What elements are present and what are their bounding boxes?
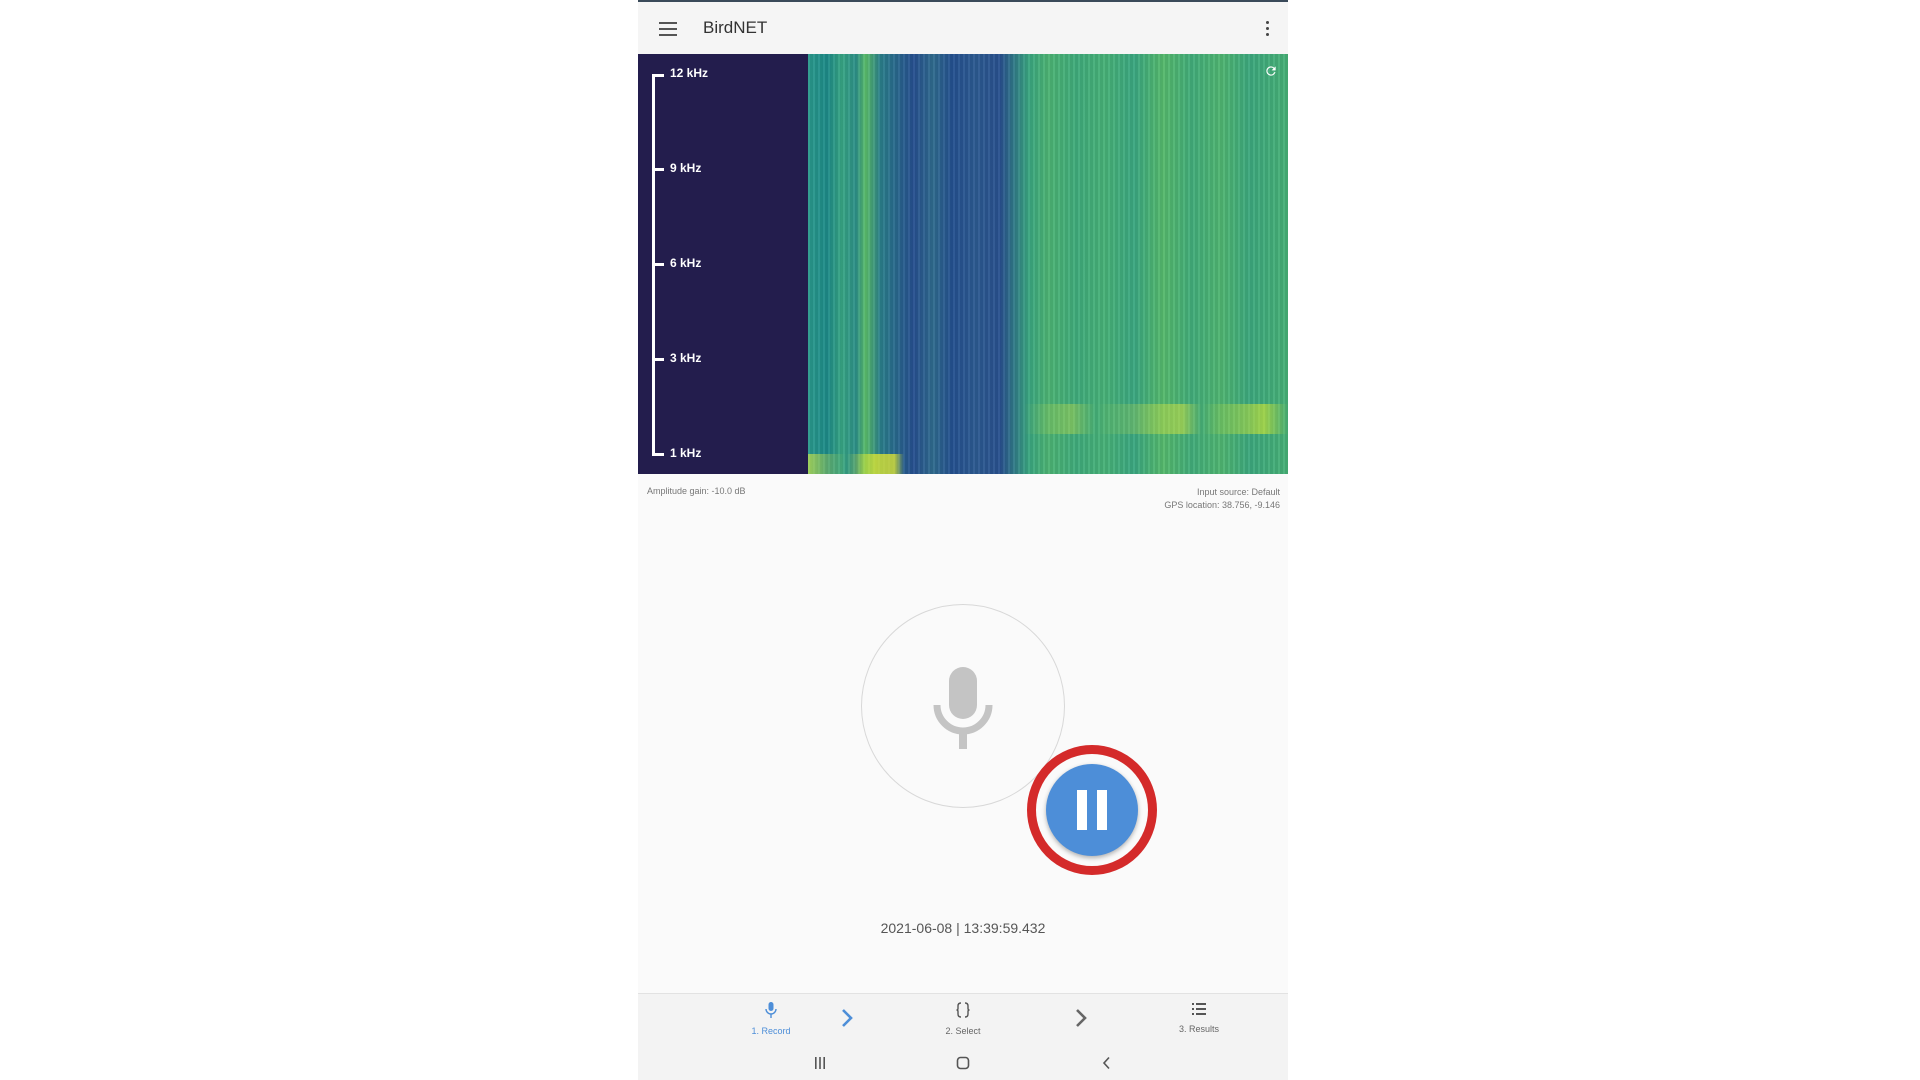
phone-screen: BirdNET 12 kHz 9 kHz 6 kHz 3 kHz 1 kHz A… [638, 0, 1288, 1080]
more-options-icon[interactable] [1260, 19, 1274, 39]
axis-label-1khz: 1 kHz [670, 446, 702, 460]
app-bar: BirdNET [638, 0, 1288, 54]
back-icon[interactable] [1100, 1056, 1114, 1075]
hamburger-menu-icon[interactable] [656, 19, 680, 39]
axis-label-3khz: 3 kHz [670, 351, 702, 365]
nav-item-select[interactable]: 2. Select [918, 1002, 1008, 1036]
braces-icon [956, 1002, 970, 1018]
amplitude-gain-text: Amplitude gain: -10.0 dB [647, 486, 746, 496]
pause-button[interactable] [1046, 764, 1138, 856]
axis-label-9khz: 9 kHz [670, 161, 702, 175]
axis-tick [652, 74, 664, 77]
chevron-right-icon [840, 1008, 854, 1033]
spectrogram-view: 12 kHz 9 kHz 6 kHz 3 kHz 1 kHz [638, 54, 1288, 474]
list-icon [1192, 1003, 1206, 1015]
nav-item-results[interactable]: 3. Results [1154, 1002, 1244, 1034]
app-title: BirdNET [703, 18, 768, 37]
axis-tick [652, 263, 664, 266]
mic-icon [765, 1002, 777, 1018]
input-source-text: Input source: Default [1196, 487, 1280, 497]
microphone-icon [931, 667, 995, 756]
system-navigation-bar [638, 1048, 1288, 1080]
axis-tick [652, 168, 664, 171]
nav-label-select: 2. Select [945, 1026, 981, 1036]
bottom-navigation: 1. Record 2. Select 3. Results [638, 993, 1288, 1049]
recording-timestamp: 2021-06-08 | 13:39:59.432 [880, 920, 1046, 936]
axis-label-12khz: 12 kHz [670, 66, 709, 80]
nav-label-record: 1. Record [751, 1026, 791, 1036]
axis-tick [652, 358, 664, 361]
spectrogram-image [808, 54, 1288, 474]
nav-item-record[interactable]: 1. Record [726, 1002, 816, 1036]
gps-location-text: GPS location: 38.756, -9.146 [1164, 500, 1280, 510]
nav-label-results: 3. Results [1178, 1024, 1220, 1034]
chevron-right-icon [1074, 1008, 1088, 1033]
axis-tick [652, 453, 664, 456]
refresh-icon[interactable] [1264, 64, 1278, 83]
home-icon[interactable] [956, 1056, 970, 1075]
recent-apps-icon[interactable] [813, 1056, 827, 1075]
axis-label-6khz: 6 kHz [670, 256, 702, 270]
pause-icon [1077, 790, 1087, 830]
source-info: Input source: Default GPS location: 38.7… [1164, 486, 1280, 512]
